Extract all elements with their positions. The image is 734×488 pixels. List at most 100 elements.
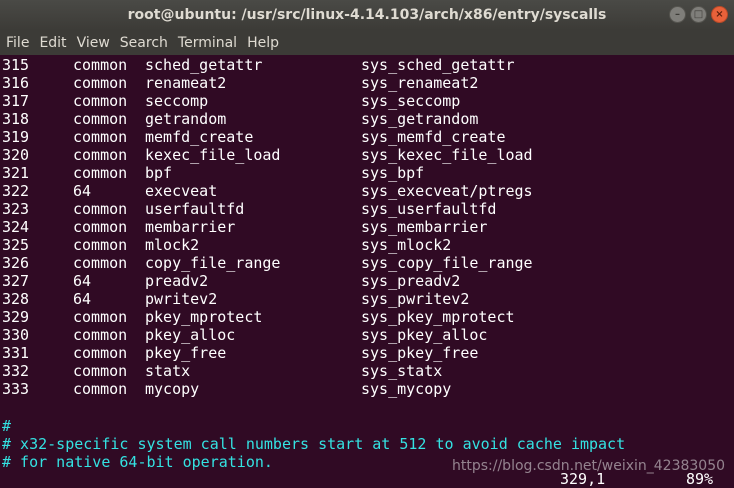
syscall-abi: common <box>73 56 128 74</box>
syscall-row: 330 common pkey_alloc sys_pkey_alloc <box>0 326 734 344</box>
syscall-number: 322 <box>2 182 30 200</box>
menu-bar: File Edit View Search Terminal Help <box>0 30 734 55</box>
syscall-name: statx <box>145 362 191 380</box>
syscall-entry-point: sys_copy_file_range <box>361 254 533 272</box>
syscall-entry-point: sys_kexec_file_load <box>361 146 533 164</box>
comment-line: # for native 64-bit operation. <box>2 453 273 471</box>
syscall-number: 320 <box>2 146 30 164</box>
syscall-abi: 64 <box>73 182 92 200</box>
syscall-number: 331 <box>2 344 30 362</box>
syscall-name: preadv2 <box>145 272 209 290</box>
syscall-number: 326 <box>2 254 30 272</box>
syscall-name: seccomp <box>145 92 209 110</box>
syscall-entry-point: sys_pkey_alloc <box>361 326 488 344</box>
syscall-row: 327 64 preadv2 sys_preadv2 <box>0 272 734 290</box>
syscall-entry-point: sys_membarrier <box>361 218 488 236</box>
syscall-abi: common <box>73 344 128 362</box>
syscall-number: 325 <box>2 236 30 254</box>
syscall-entry-point: sys_mlock2 <box>361 236 452 254</box>
menu-edit[interactable]: Edit <box>39 35 66 51</box>
syscall-number: 323 <box>2 200 30 218</box>
syscall-row: 317 common seccomp sys_seccomp <box>0 92 734 110</box>
syscall-row: 331 common pkey_free sys_pkey_free <box>0 344 734 362</box>
syscall-name: userfaultfd <box>145 200 245 218</box>
syscall-abi: common <box>73 308 128 326</box>
syscall-abi: common <box>73 92 128 110</box>
comment-line: # <box>2 417 12 435</box>
syscall-number: 324 <box>2 218 30 236</box>
window-controls: – □ × <box>669 6 728 23</box>
syscall-name: pkey_mprotect <box>145 308 263 326</box>
maximize-button[interactable]: □ <box>690 6 707 23</box>
syscall-entry-point: sys_pkey_free <box>361 344 479 362</box>
syscall-name: membarrier <box>145 218 236 236</box>
watermark: https://blog.csdn.net/weixin_42383050 <box>452 458 726 474</box>
syscall-row: 325 common mlock2 sys_mlock2 <box>0 236 734 254</box>
window-title: root@ubuntu: /usr/src/linux-4.14.103/arc… <box>127 7 607 23</box>
terminal-content[interactable]: 315 common sched_getattr sys_sched_getattr 3… <box>0 55 734 488</box>
syscall-entry-point: sys_userfaultfd <box>361 200 497 218</box>
syscall-abi: 64 <box>73 290 92 308</box>
syscall-entry-point: sys_seccomp <box>361 92 461 110</box>
menu-file[interactable]: File <box>6 35 29 51</box>
comment-line: # x32-specific system call numbers start… <box>2 435 626 453</box>
syscall-entry-point: sys_bpf <box>361 164 425 182</box>
syscall-abi: common <box>73 236 128 254</box>
syscall-row: 322 64 execveat sys_execveat/ptregs <box>0 182 734 200</box>
minimize-button[interactable]: – <box>669 6 686 23</box>
syscall-entry-point: sys_execveat/ptregs <box>361 182 533 200</box>
syscall-row: 318 common getrandom sys_getrandom <box>0 110 734 128</box>
syscall-entry-point: sys_getrandom <box>361 110 479 128</box>
menu-terminal[interactable]: Terminal <box>178 35 237 51</box>
syscall-name: execveat <box>145 182 218 200</box>
syscall-number: 327 <box>2 272 30 290</box>
syscall-entry-point: sys_pkey_mprotect <box>361 308 515 326</box>
syscall-row: 319 common memfd_create sys_memfd_create <box>0 128 734 146</box>
syscall-name: bpf <box>145 164 173 182</box>
syscall-number: 318 <box>2 110 30 128</box>
syscall-abi: common <box>73 74 128 92</box>
syscall-abi: common <box>73 362 128 380</box>
syscall-row: 333 common mycopy sys_mycopy <box>0 380 734 398</box>
syscall-number: 317 <box>2 92 30 110</box>
syscall-number: 316 <box>2 74 30 92</box>
syscall-number: 330 <box>2 326 30 344</box>
title-bar: root@ubuntu: /usr/src/linux-4.14.103/arc… <box>0 0 734 30</box>
syscall-name: copy_file_range <box>145 254 281 272</box>
syscall-entry-point: sys_renameat2 <box>361 74 479 92</box>
syscall-number: 333 <box>2 380 30 398</box>
syscall-abi: common <box>73 146 128 164</box>
menu-help[interactable]: Help <box>247 35 279 51</box>
syscall-name: renameat2 <box>145 74 227 92</box>
syscall-abi: common <box>73 380 128 398</box>
syscall-number: 328 <box>2 290 30 308</box>
syscall-name: mlock2 <box>145 236 200 254</box>
syscall-entry-point: sys_pwritev2 <box>361 290 470 308</box>
syscall-row: 328 64 pwritev2 sys_pwritev2 <box>0 290 734 308</box>
close-button[interactable]: × <box>711 6 728 23</box>
syscall-number: 315 <box>2 56 30 74</box>
menu-view[interactable]: View <box>77 35 110 51</box>
syscall-abi: common <box>73 326 128 344</box>
syscall-name: pkey_alloc <box>145 326 236 344</box>
syscall-row: 323 common userfaultfd sys_userfaultfd <box>0 200 734 218</box>
syscall-abi: common <box>73 218 128 236</box>
syscall-entry-point: sys_memfd_create <box>361 128 506 146</box>
syscall-row: 321 common bpf sys_bpf <box>0 164 734 182</box>
menu-search[interactable]: Search <box>120 35 168 51</box>
syscall-row: 332 common statx sys_statx <box>0 362 734 380</box>
syscall-name: kexec_file_load <box>145 146 281 164</box>
syscall-row: 326 common copy_file_range sys_copy_file_ra… <box>0 254 734 272</box>
syscall-entry-point: sys_preadv2 <box>361 272 461 290</box>
syscall-name: getrandom <box>145 110 227 128</box>
syscall-row: 324 common membarrier sys_membarrier <box>0 218 734 236</box>
syscall-number: 321 <box>2 164 30 182</box>
syscall-abi: common <box>73 254 128 272</box>
syscall-row: 316 common renameat2 sys_renameat2 <box>0 74 734 92</box>
syscall-name: memfd_create <box>145 128 254 146</box>
syscall-entry-point: sys_mycopy <box>361 380 452 398</box>
syscall-abi: common <box>73 128 128 146</box>
syscall-row: 320 common kexec_file_load sys_kexec_file_l… <box>0 146 734 164</box>
syscall-entry-point: sys_sched_getattr <box>361 56 515 74</box>
syscall-name: pkey_free <box>145 344 227 362</box>
